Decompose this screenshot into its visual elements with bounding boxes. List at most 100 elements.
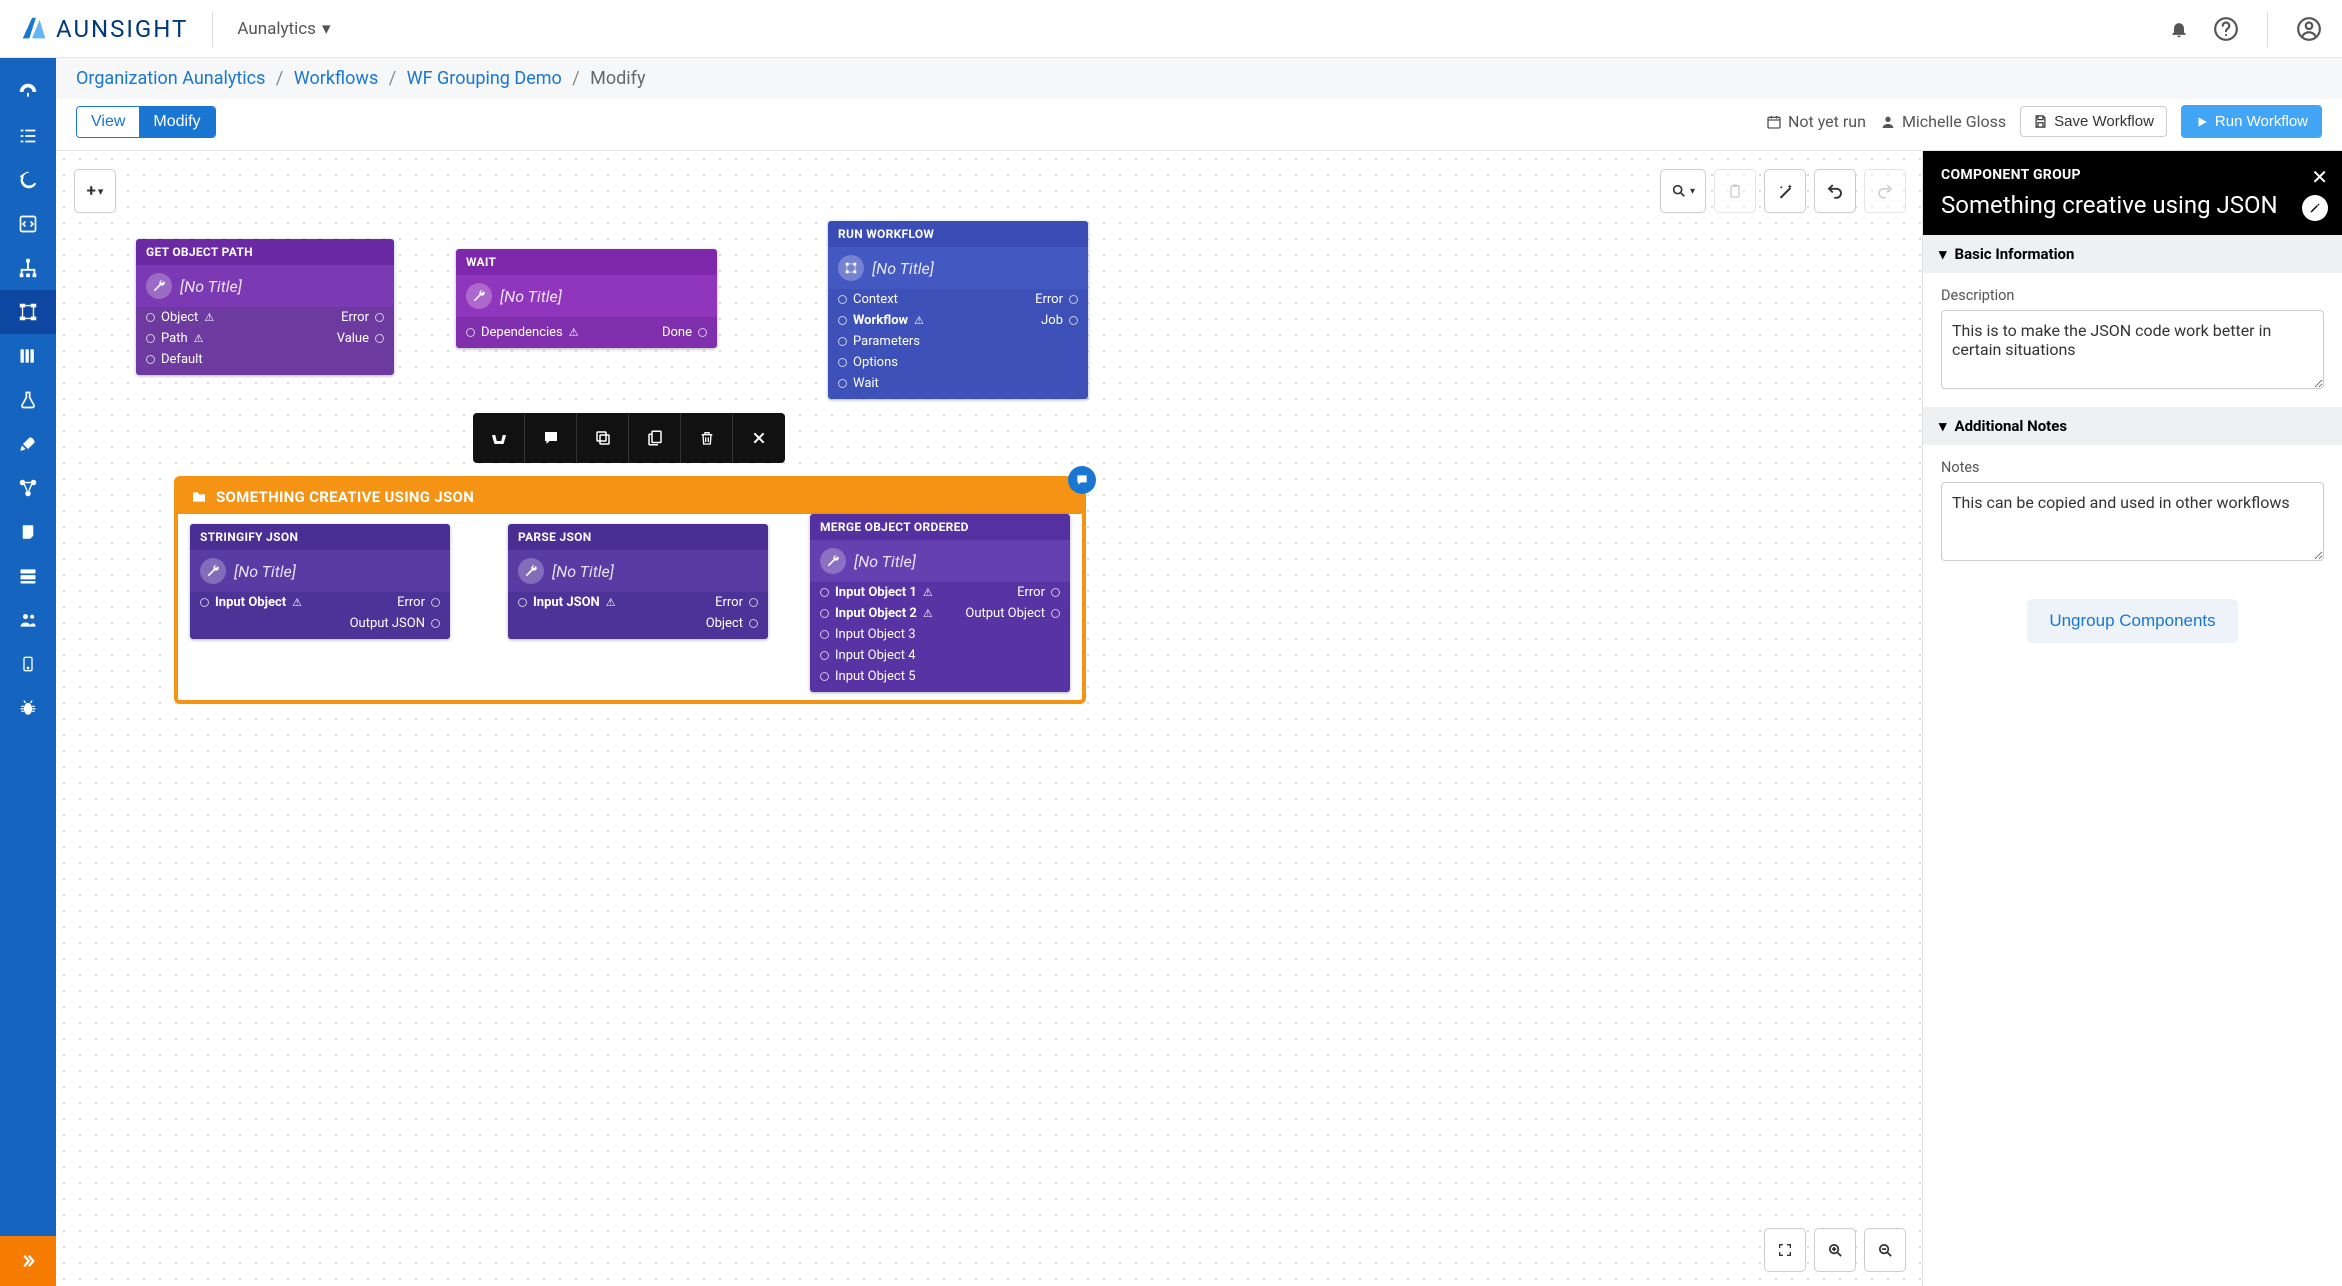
breadcrumb-org[interactable]: Organization Aunalytics <box>76 68 265 89</box>
org-dropdown[interactable]: Aunalytics ▾ <box>237 19 330 39</box>
notifications-icon[interactable] <box>2169 19 2189 39</box>
canvas[interactable]: +▾ ▾ GET OBJECT PATH [No Title] Object ⚠… <box>56 151 1922 1286</box>
nav-dashboard[interactable] <box>0 70 56 114</box>
brand: AUNSIGHT <box>20 15 188 43</box>
delete-action-button[interactable] <box>681 413 733 463</box>
view-button[interactable]: View <box>77 107 139 137</box>
node-header: MERGE OBJECT ORDERED <box>810 514 1070 540</box>
magic-wand-icon <box>1777 183 1794 200</box>
node-body: Input Object ⚠Error Output JSON <box>190 592 450 639</box>
wrench-icon <box>146 273 172 299</box>
wrench-icon <box>518 558 544 584</box>
zoom-in-icon <box>1827 1242 1844 1259</box>
group-comment-badge[interactable] <box>1068 466 1096 494</box>
notes-input[interactable] <box>1941 482 2324 561</box>
duplicate-action-button[interactable] <box>629 413 681 463</box>
undo-button[interactable] <box>1814 169 1856 213</box>
inspector-title: Something creative using JSON <box>1941 191 2324 219</box>
port-label: Path <box>161 331 188 346</box>
port-label: Wait <box>853 376 879 391</box>
component-group[interactable]: SOMETHING CREATIVE USING JSON STRINGIFY … <box>174 476 1086 704</box>
divider <box>212 11 213 47</box>
description-input[interactable] <box>1941 310 2324 389</box>
node-stringify-json[interactable]: STRINGIFY JSON [No Title] Input Object ⚠… <box>190 524 450 639</box>
port-label: Done <box>662 325 692 340</box>
inspector-section-notes[interactable]: ▾Additional Notes <box>1923 407 2342 445</box>
node-body: ContextError Workflow ⚠Job Parameters Op… <box>828 289 1088 399</box>
org-dropdown-label: Aunalytics <box>237 19 316 39</box>
modify-button[interactable]: Modify <box>139 107 214 137</box>
node-merge-object[interactable]: MERGE OBJECT ORDERED [No Title] Input Ob… <box>810 514 1070 692</box>
canvas-toolbar-left: +▾ <box>74 169 116 213</box>
nav-notes[interactable] <box>0 510 56 554</box>
node-parse-json[interactable]: PARSE JSON [No Title] Input JSON ⚠Error … <box>508 524 768 639</box>
zoom-out-icon <box>1877 1242 1894 1259</box>
caret-down-icon: ▾ <box>1939 245 1947 263</box>
copy-action-button[interactable] <box>577 413 629 463</box>
node-title-row: [No Title] <box>828 247 1088 289</box>
node-run-workflow[interactable]: RUN WORKFLOW [No Title] ContextError Wor… <box>828 221 1088 399</box>
port-label: Error <box>397 595 425 610</box>
node-body: Input Object 1 ⚠Error Input Object 2 ⚠Ou… <box>810 582 1070 692</box>
close-inspector-button[interactable]: ✕ <box>2311 165 2328 189</box>
add-component-button[interactable]: +▾ <box>74 169 116 213</box>
port-label: Error <box>341 310 369 325</box>
port-label: Error <box>1017 585 1045 600</box>
nav-code[interactable] <box>0 202 56 246</box>
group-action-button[interactable] <box>473 413 525 463</box>
canvas-bottom-controls <box>1764 1228 1906 1272</box>
sidebar-expand-button[interactable] <box>0 1236 56 1286</box>
user-account-icon[interactable] <box>2296 16 2322 42</box>
node-wait[interactable]: WAIT [No Title] Dependencies ⚠Done <box>456 249 717 348</box>
caret-down-icon: ▾ <box>322 19 331 39</box>
port-label: Error <box>1035 292 1063 307</box>
run-workflow-button[interactable]: Run Workflow <box>2181 105 2322 138</box>
nav-tasks[interactable] <box>0 114 56 158</box>
port-label: Input Object 3 <box>835 627 916 642</box>
port-label: Input Object <box>215 595 286 610</box>
main: Organization Aunalytics / Workflows / WF… <box>56 58 2342 1286</box>
close-action-button[interactable] <box>733 413 785 463</box>
node-title: [No Title] <box>872 259 934 278</box>
brand-text: AUNSIGHT <box>56 15 188 43</box>
nav-library[interactable] <box>0 334 56 378</box>
save-workflow-button[interactable]: Save Workflow <box>2020 106 2167 137</box>
nav-servers[interactable] <box>0 554 56 598</box>
ungroup-button[interactable]: Ungroup Components <box>2027 599 2237 643</box>
inspector-tag: COMPONENT GROUP <box>1941 167 2324 183</box>
redo-button[interactable] <box>1864 169 1906 213</box>
magic-button[interactable] <box>1764 169 1806 213</box>
nav-users[interactable] <box>0 598 56 642</box>
node-header: WAIT <box>456 249 717 275</box>
edit-title-button[interactable] <box>2302 195 2328 221</box>
nav-lab[interactable] <box>0 378 56 422</box>
port-label: Output Object <box>965 606 1045 621</box>
nav-rocket[interactable] <box>0 422 56 466</box>
help-icon[interactable] <box>2213 16 2239 42</box>
inspector-section-basic[interactable]: ▾Basic Information <box>1923 235 2342 273</box>
nav-debug[interactable] <box>0 686 56 730</box>
nav-history[interactable] <box>0 158 56 202</box>
node-header: GET OBJECT PATH <box>136 239 394 265</box>
port-label: Input Object 5 <box>835 669 916 684</box>
port-label: Default <box>161 352 203 367</box>
fullscreen-button[interactable] <box>1764 1228 1806 1272</box>
description-label: Description <box>1941 287 2324 304</box>
undo-icon <box>1826 182 1844 200</box>
breadcrumb-current[interactable]: WF Grouping Demo <box>407 68 562 89</box>
node-get-object-path[interactable]: GET OBJECT PATH [No Title] Object ⚠Error… <box>136 239 394 375</box>
search-button[interactable]: ▾ <box>1660 169 1706 213</box>
zoom-out-button[interactable] <box>1864 1228 1906 1272</box>
paste-button[interactable] <box>1714 169 1756 213</box>
comment-action-button[interactable] <box>525 413 577 463</box>
breadcrumb-workflows[interactable]: Workflows <box>294 68 379 89</box>
nav-hierarchy[interactable] <box>0 246 56 290</box>
paste-icon <box>1727 183 1743 199</box>
nav-mobile[interactable] <box>0 642 56 686</box>
top-header: AUNSIGHT Aunalytics ▾ <box>0 0 2342 58</box>
zoom-in-button[interactable] <box>1814 1228 1856 1272</box>
nav-workflows[interactable] <box>0 290 56 334</box>
node-title: [No Title] <box>180 277 242 296</box>
group-header: SOMETHING CREATIVE USING JSON <box>178 480 1082 514</box>
nav-connections[interactable] <box>0 466 56 510</box>
